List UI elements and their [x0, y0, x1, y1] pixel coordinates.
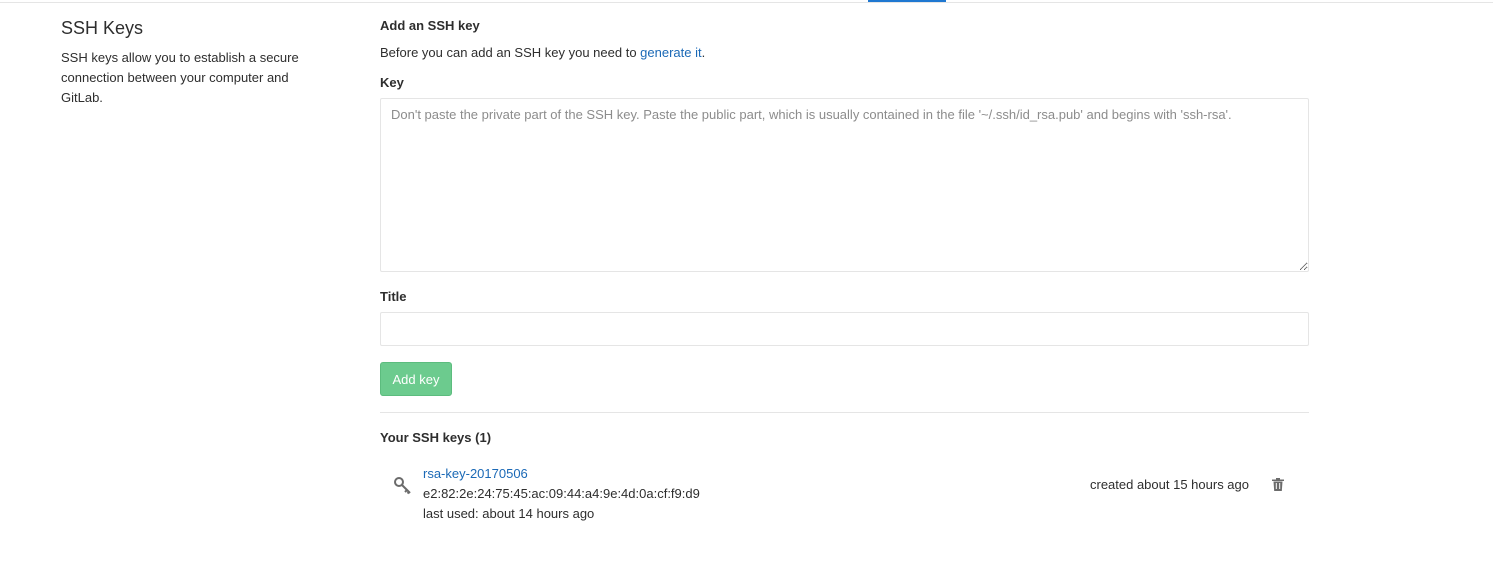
form-intro: Before you can add an SSH key you need t…: [380, 43, 1309, 63]
generate-it-link[interactable]: generate it: [640, 45, 701, 60]
key-info: rsa-key-20170506 e2:82:2e:24:75:45:ac:09…: [423, 464, 700, 524]
intro-text: Before you can add an SSH key you need t…: [380, 45, 641, 60]
active-tab-indicator: [868, 0, 946, 2]
section-sidebar: SSH Keys SSH keys allow you to establish…: [61, 16, 321, 108]
delete-key-button[interactable]: [1269, 477, 1287, 495]
title-label: Title: [380, 289, 407, 304]
key-name-link[interactable]: rsa-key-20170506: [423, 464, 700, 484]
divider: [380, 412, 1309, 413]
key-textarea[interactable]: [380, 98, 1309, 272]
intro-suffix: .: [701, 45, 706, 60]
section-title: SSH Keys: [61, 18, 144, 38]
keys-list-heading: Your SSH keys (1): [380, 430, 492, 445]
ssh-key-form-column: Add an SSH key Before you can add an SSH…: [380, 16, 1309, 526]
key-last-used: last used: about 14 hours ago: [423, 506, 595, 521]
add-key-button[interactable]: Add key: [380, 362, 452, 396]
form-heading: Add an SSH key: [380, 18, 480, 33]
title-input[interactable]: [380, 312, 1309, 346]
key-fingerprint: e2:82:2e:24:75:45:ac:09:44:a4:9e:4d:0a:c…: [423, 486, 700, 501]
key-created-time: created about 15 hours ago: [1089, 477, 1249, 492]
section-description: SSH keys allow you to establish a secure…: [61, 50, 299, 105]
key-label: Key: [380, 75, 404, 90]
list-item: rsa-key-20170506 e2:82:2e:24:75:45:ac:09…: [380, 462, 1309, 526]
key-icon: [393, 476, 413, 496]
trash-icon: [1272, 478, 1284, 494]
top-nav-border: [0, 0, 1493, 3]
